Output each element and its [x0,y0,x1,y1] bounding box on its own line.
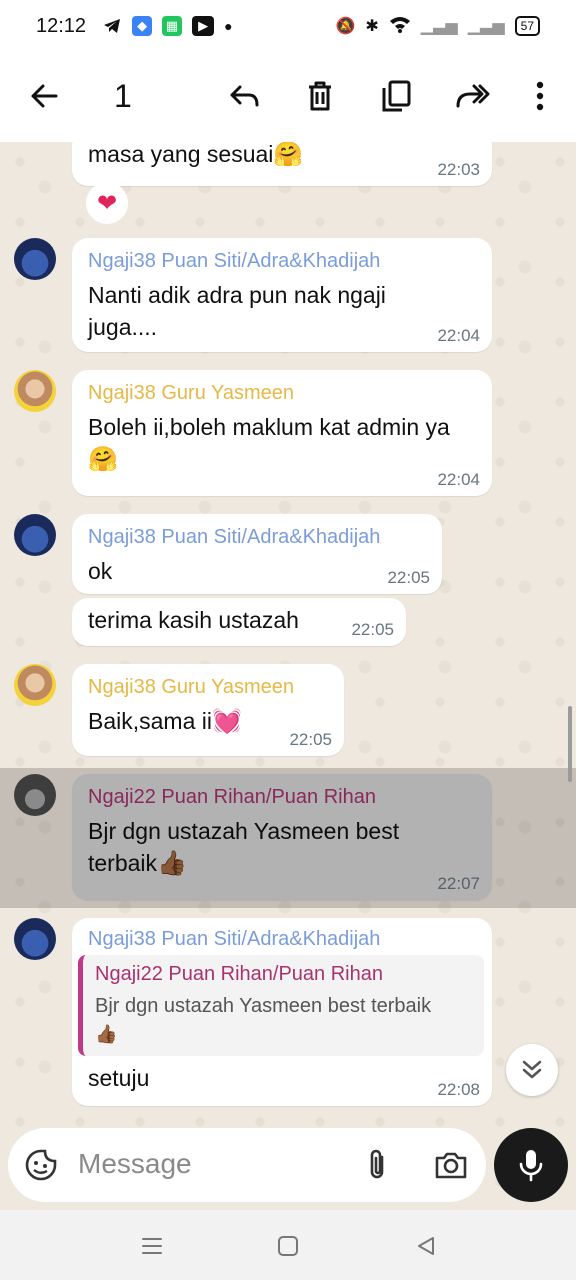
app-notification-icon: ◆ [132,16,153,36]
sender-name: Ngaji38 Puan Siti/Adra&Khadijah [88,526,381,548]
message-time: 22:05 [351,620,394,639]
home-square-icon [278,1236,298,1256]
message-bubble[interactable]: Ngaji38 Puan Siti/Adra&Khadijah ok 22:05 [72,514,442,594]
sender-name: Ngaji38 Puan Siti/Adra&Khadijah [88,928,381,950]
message-bubble[interactable]: terima kasih ustazah 22:05 [72,598,406,646]
forward-icon [456,84,490,108]
reply-button[interactable] [224,76,264,116]
scrollbar-thumb[interactable] [568,706,572,782]
home-button[interactable] [274,1232,302,1260]
back-button[interactable] [24,76,64,116]
back-arrow-icon [31,84,58,108]
menu-lines-icon [142,1238,162,1254]
system-back-button[interactable] [412,1232,440,1260]
copy-button[interactable] [376,76,416,116]
more-vert-icon [536,81,544,111]
top-bar: 12:12 ◆ ▦ ▶ ● 🔕 ✱ ▁▃▅ ▁▃▅ 57 1 [0,0,576,142]
calculator-icon: ▦ [162,16,183,36]
status-time: 12:12 [36,14,87,37]
message-bubble[interactable]: Ngaji38 Guru Yasmeen Boleh ii,boleh makl… [72,370,492,496]
forward-button[interactable] [452,76,492,116]
avatar[interactable] [14,238,56,280]
camera-icon [435,1152,467,1179]
message-time: 22:05 [289,730,332,749]
message-time: 22:04 [437,326,480,345]
reaction-heart[interactable]: ❤ [86,182,128,224]
signal-2-icon: ▁▃▅ [467,18,505,35]
sender-name: Ngaji38 Puan Siti/Adra&Khadijah [88,250,381,272]
message-time: 22:04 [437,470,480,489]
quoted-sender: Ngaji22 Puan Rihan/Puan Rihan [95,963,383,985]
voice-message-button[interactable] [494,1128,568,1202]
back-triangle-icon [418,1237,434,1255]
youtube-icon: ▶ [192,16,215,36]
message-text: ok [88,558,113,584]
selected-message-highlight[interactable] [0,768,576,908]
more-notifications-dot: ● [224,18,233,34]
message-bubble[interactable]: Ngaji38 Guru Yasmeen Baik,sama ii💓 22:05 [72,664,344,756]
sticker-icon [25,1149,57,1181]
telegram-icon [102,16,122,36]
camera-button[interactable] [434,1150,468,1185]
message-input-bar: Message [8,1128,486,1202]
attach-button[interactable] [364,1148,390,1187]
reply-icon [230,85,259,107]
avatar[interactable] [14,370,56,412]
message-text: masa yang sesuai🤗 [88,141,304,168]
emoji-sticker-button[interactable] [24,1148,58,1187]
sender-name: Ngaji38 Guru Yasmeen [88,382,295,404]
selected-count: 1 [114,78,132,114]
quoted-message[interactable]: Ngaji22 Puan Rihan/Puan Rihan Bjr dgn us… [78,955,484,1056]
message-time: 22:03 [437,160,480,179]
battery-icon: 57 [514,16,540,36]
status-notification-icons: ◆ ▦ ▶ ● [102,16,233,36]
message-text: Nanti adik adra pun nak ngaji juga.... [88,282,386,340]
recent-apps-button[interactable] [138,1232,166,1260]
microphone-icon [519,1150,543,1182]
trash-icon [309,81,331,111]
status-right-icons: 🔕 ✱ ▁▃▅ ▁▃▅ 57 [335,0,540,52]
mute-vibrate-icon: 🔕 [335,18,356,35]
paperclip-icon [370,1149,384,1179]
status-bar: 12:12 ◆ ▦ ▶ ● 🔕 ✱ ▁▃▅ ▁▃▅ 57 [0,0,576,52]
avatar[interactable] [14,918,56,960]
scroll-to-bottom-button[interactable] [506,1044,558,1096]
system-navigation-bar [0,1210,576,1280]
avatar[interactable] [14,514,56,556]
message-bubble[interactable]: Ngaji38 Puan Siti/Adra&Khadijah Ngaji22 … [72,918,492,1106]
delete-button[interactable] [300,76,340,116]
message-bubble[interactable]: Ngaji38 Puan Siti/Adra&Khadijah Nanti ad… [72,238,492,352]
more-options-button[interactable] [520,76,560,116]
copy-icon [382,80,411,112]
quoted-text: Bjr dgn ustazah Yasmeen best terbaik 👍🏾 [95,995,432,1044]
avatar[interactable] [14,774,56,816]
signal-1-icon: ▁▃▅ [420,18,458,35]
bluetooth-icon: ✱ [365,18,379,35]
message-time: 22:08 [437,1080,480,1099]
avatar[interactable] [14,664,56,706]
message-text: terima kasih ustazah [88,607,299,633]
message-text: setuju [88,1065,150,1091]
sender-name: Ngaji38 Guru Yasmeen [88,676,295,698]
battery-level: 57 [520,19,534,33]
message-time: 22:05 [387,568,430,587]
message-input[interactable]: Message [78,1148,192,1180]
message-text: Boleh ii,boleh maklum kat admin ya🤗 [88,414,450,473]
selection-action-bar: 1 [0,60,576,132]
double-chevron-down-icon [522,1060,542,1079]
wifi-icon [389,15,411,38]
